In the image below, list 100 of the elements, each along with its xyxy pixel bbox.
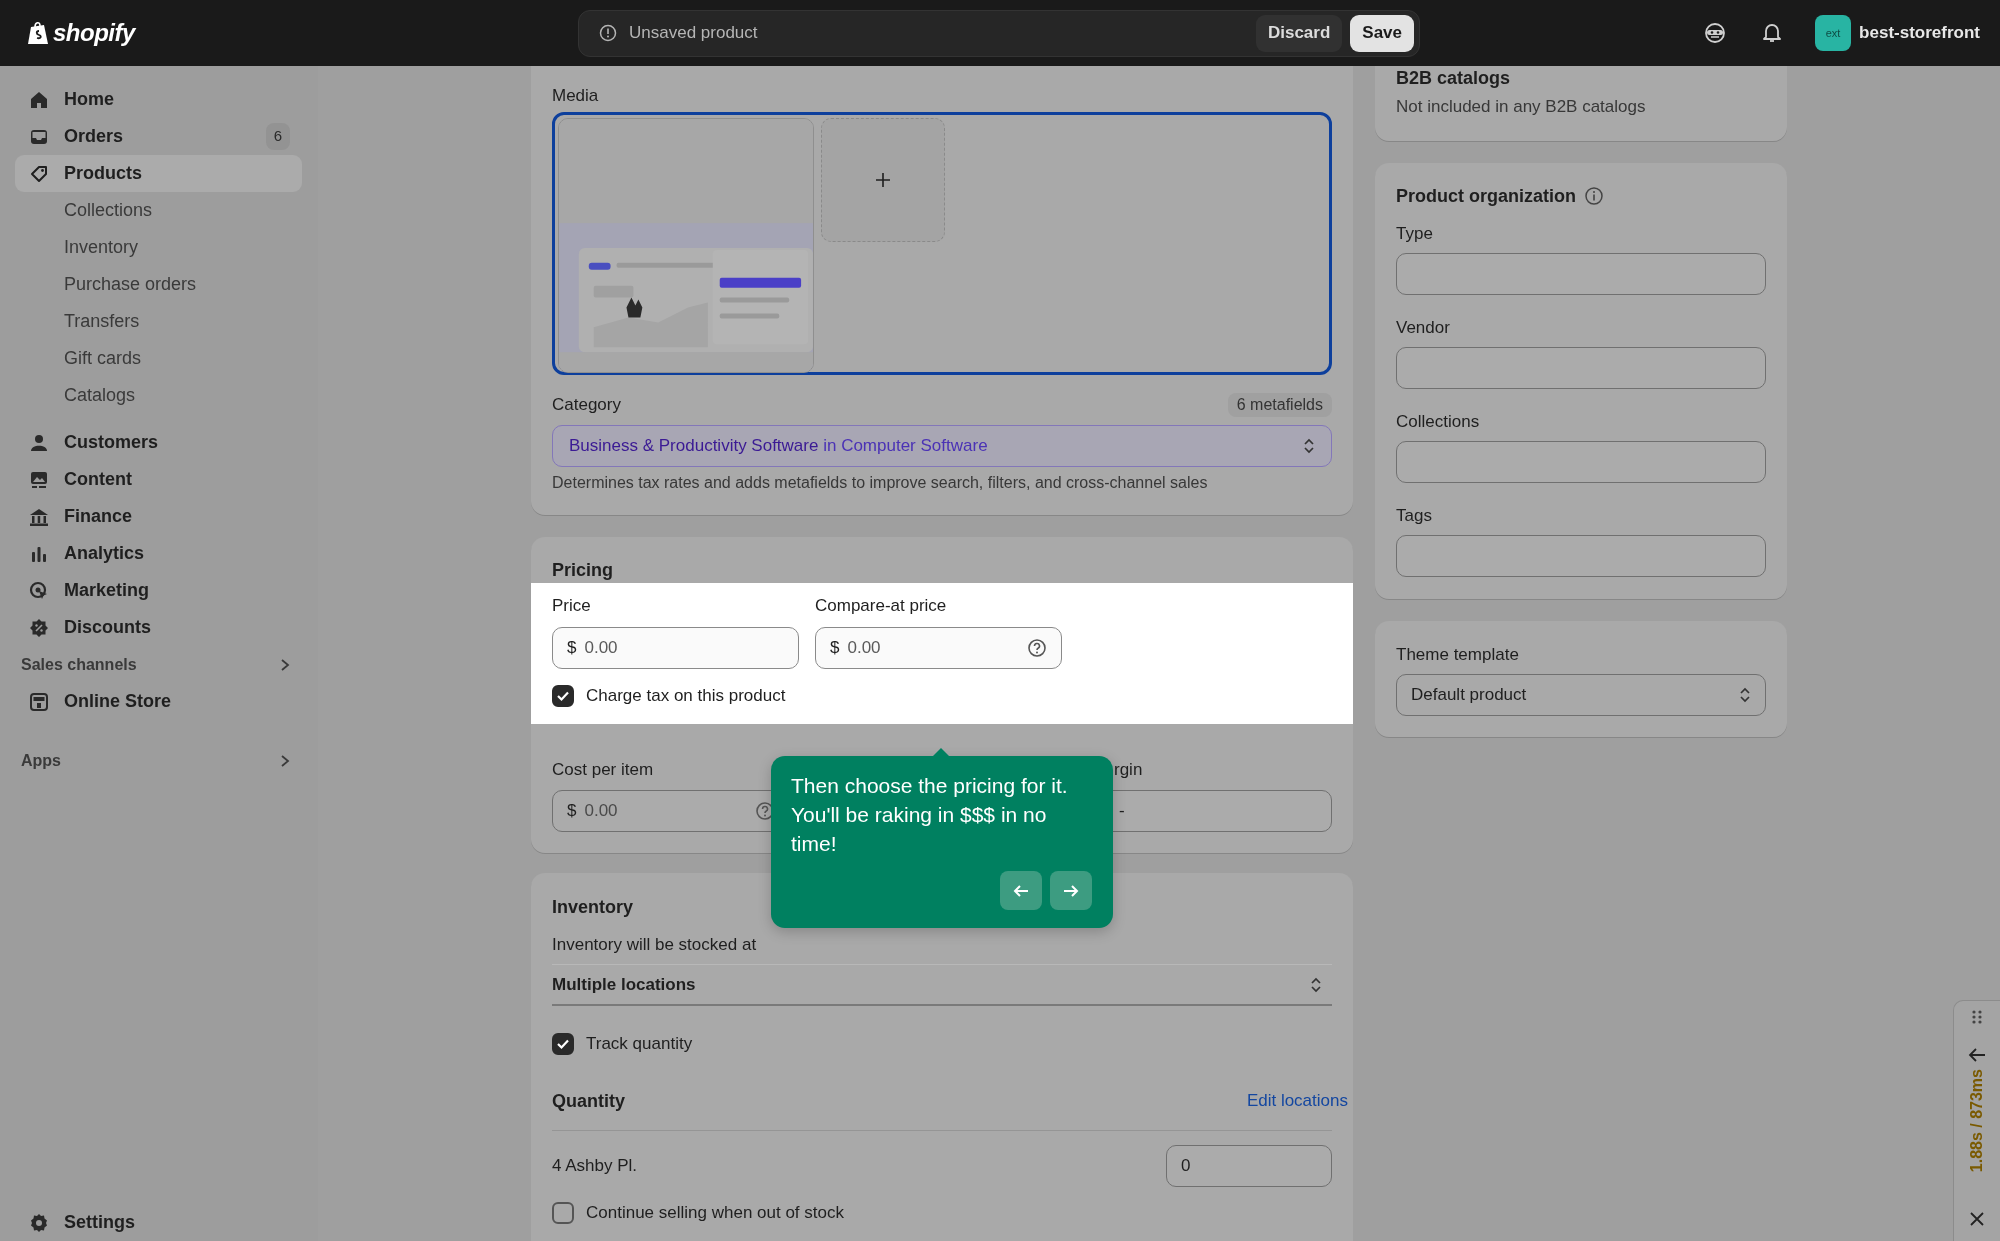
settings-icon [29, 1212, 49, 1233]
input-field[interactable] [1396, 253, 1766, 295]
sidebar-subitem[interactable]: Collections [15, 192, 302, 229]
checkbox-label: Continue selling when out of stock [586, 1202, 844, 1224]
quantity-field[interactable]: 0 [1166, 1145, 1332, 1187]
input-field[interactable] [1396, 535, 1766, 577]
template-select[interactable]: Default product [1396, 674, 1766, 716]
quantity-input[interactable]: 0 [1181, 1153, 1317, 1179]
brand-name: shopify [53, 18, 135, 48]
shopping-bag-icon [27, 20, 49, 46]
price-input[interactable]: 0.00 [584, 798, 747, 824]
timing-text: 1.88s / 873ms [1967, 1069, 1986, 1173]
sidebar-item[interactable]: Analytics [15, 535, 302, 572]
status-text: Unsaved product [629, 22, 758, 45]
metafields-badge: 6 metafields [1227, 393, 1332, 417]
section-heading: Apps [21, 750, 61, 771]
checkbox[interactable] [552, 1202, 574, 1224]
field-label: Vendor [1396, 317, 1451, 339]
drag-handle-icon[interactable] [1971, 1009, 1983, 1025]
section-heading: Quantity [552, 1090, 625, 1112]
sidebar-item[interactable]: Orders 6 [15, 118, 302, 155]
field-label: Price [552, 595, 592, 617]
sidebar-item[interactable]: Customers [15, 424, 302, 461]
media-dropzone[interactable] [552, 112, 1332, 375]
edit-locations-link[interactable]: Edit locations [1246, 1090, 1348, 1112]
field-label: Collections [1396, 411, 1481, 433]
sidebar-subitem[interactable]: Transfers [15, 303, 302, 340]
card-title: Pricing [551, 559, 614, 581]
section-heading: Sales channels [21, 654, 137, 675]
mask-icon[interactable] [1704, 22, 1727, 44]
sidebar-item[interactable]: Home [15, 81, 302, 118]
store-icon [29, 691, 49, 712]
save-button[interactable]: Save [1350, 14, 1414, 52]
target-icon [29, 580, 49, 601]
next-button[interactable] [1050, 871, 1092, 910]
chevron-right-icon [280, 753, 290, 768]
sidebar-item[interactable]: Products [15, 155, 302, 192]
field-label: Inventory will be stocked at [552, 934, 758, 956]
tag-icon [29, 163, 49, 184]
checkbox[interactable] [552, 1033, 574, 1055]
sidebar-item[interactable]: Content [15, 461, 302, 498]
count-badge: 6 [265, 123, 290, 150]
card-title: B2B catalogs [1396, 68, 1512, 88]
sidebar-item[interactable]: Settings [15, 1204, 302, 1241]
help-text: Determines tax rates and adds metafields to improve search, filters, and cross-channel sales [552, 473, 1209, 493]
info-icon[interactable] [1584, 186, 1604, 206]
input-field[interactable] [1396, 441, 1766, 483]
percent-badge-icon [29, 617, 49, 638]
price-field[interactable]: $ 0.00 [552, 627, 799, 669]
field-label: Type [1396, 223, 1434, 245]
price-input[interactable]: 0.00 [584, 635, 784, 661]
home-icon [29, 89, 49, 110]
input-field[interactable] [1396, 347, 1766, 389]
close-icon[interactable] [1969, 1211, 1985, 1227]
price-input[interactable]: 0.00 [847, 635, 1019, 661]
discard-button[interactable]: Discard [1255, 14, 1343, 52]
sidebar-item[interactable]: Discounts [15, 609, 302, 646]
arrow-right-icon [1063, 883, 1079, 898]
field-label: Compare-at price [815, 595, 948, 617]
sidebar-subitem[interactable]: Gift cards [15, 340, 302, 377]
up-down-chevron-icon [1739, 686, 1751, 704]
location-select[interactable]: Multiple locations [552, 964, 1332, 1006]
chevron-right-icon [280, 657, 290, 672]
tooltip-text: Then choose the pricing for it. You'll be raking in $$$ in no time! [791, 773, 1069, 857]
avatar[interactable]: ext [1815, 15, 1852, 51]
store-name[interactable]: best-storefront [1859, 20, 1980, 46]
sidebar-subitem[interactable]: Catalogs [15, 377, 302, 414]
checkbox-label: Track quantity [586, 1033, 693, 1055]
alert-icon [599, 24, 617, 42]
image-icon [29, 469, 49, 490]
card-title: Product organization [1396, 185, 1576, 207]
arrow-left-icon[interactable] [1968, 1047, 1986, 1063]
person-icon [29, 432, 49, 453]
up-down-chevron-icon [1310, 975, 1322, 994]
plus-icon [875, 172, 891, 188]
field-label: Tags [1396, 505, 1433, 527]
card-title: Inventory [552, 896, 635, 918]
up-down-chevron-icon [1303, 437, 1315, 455]
sidebar-item[interactable]: Marketing [15, 572, 302, 609]
checkbox-label: Charge tax on this product [586, 685, 786, 707]
location-name: 4 Ashby Pl. [552, 1155, 638, 1177]
notification-bell-icon[interactable] [1762, 22, 1783, 44]
sidebar-subitem[interactable]: Inventory [15, 229, 302, 266]
price-field[interactable]: $ 0.00 [815, 627, 1062, 669]
sidebar-subitem[interactable]: Purchase orders [15, 266, 302, 303]
previous-button[interactable] [1000, 871, 1042, 910]
arrow-left-icon [1013, 883, 1029, 898]
bank-icon [29, 506, 49, 527]
sidebar-item[interactable]: Finance [15, 498, 302, 535]
sidebar-item[interactable]: Online Store [15, 683, 302, 720]
category-select[interactable]: Business & Productivity Software in Computer Software [552, 425, 1332, 467]
checkmark-icon [556, 1038, 570, 1050]
help-icon [1027, 638, 1047, 658]
field-label: Category [552, 394, 621, 416]
field-label: Theme template [1396, 644, 1520, 666]
section-label: Media [552, 86, 600, 106]
checkbox[interactable] [552, 685, 574, 707]
field-label: rgin [1113, 759, 1144, 781]
field-label: Cost per item [552, 759, 655, 781]
checkmark-icon [556, 690, 570, 702]
